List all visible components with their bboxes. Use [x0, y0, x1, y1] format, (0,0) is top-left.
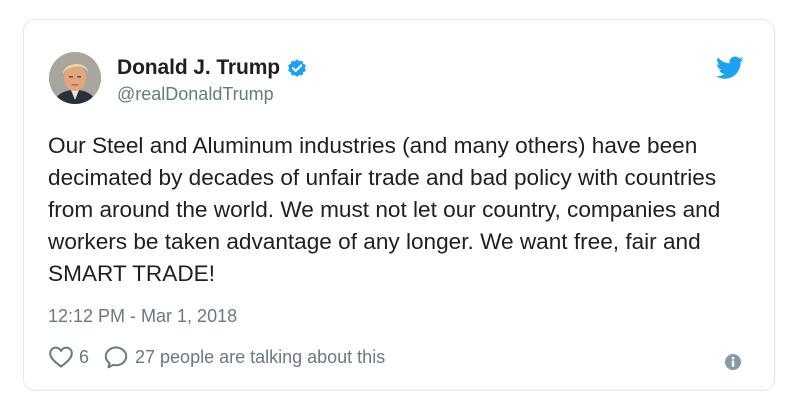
avatar[interactable]: [49, 52, 101, 104]
heart-icon[interactable]: [48, 345, 74, 369]
speech-bubble-icon[interactable]: [103, 345, 129, 369]
talking-about-link[interactable]: 27 people are talking about this: [135, 347, 385, 368]
tweet-actions: 6 27 people are talking about this: [48, 345, 385, 369]
tweet-timestamp[interactable]: 12:12 PM - Mar 1, 2018: [48, 306, 237, 327]
verified-badge-icon: [288, 59, 306, 77]
author-handle[interactable]: @realDonaldTrump: [117, 84, 308, 105]
author-name-row: Donald J. Trump: [117, 55, 308, 81]
twitter-bird-icon[interactable]: [716, 56, 744, 80]
author-display-name[interactable]: Donald J. Trump: [117, 56, 280, 80]
info-icon[interactable]: [724, 353, 742, 371]
like-count[interactable]: 6: [79, 347, 89, 368]
tweet-text: Our Steel and Aluminum industries (and m…: [48, 133, 721, 286]
author-block[interactable]: Donald J. Trump @realDonaldTrump: [117, 55, 308, 105]
avatar-image: [49, 52, 101, 104]
tweet-card[interactable]: Donald J. Trump @realDonaldTrump Our Ste…: [23, 19, 775, 391]
